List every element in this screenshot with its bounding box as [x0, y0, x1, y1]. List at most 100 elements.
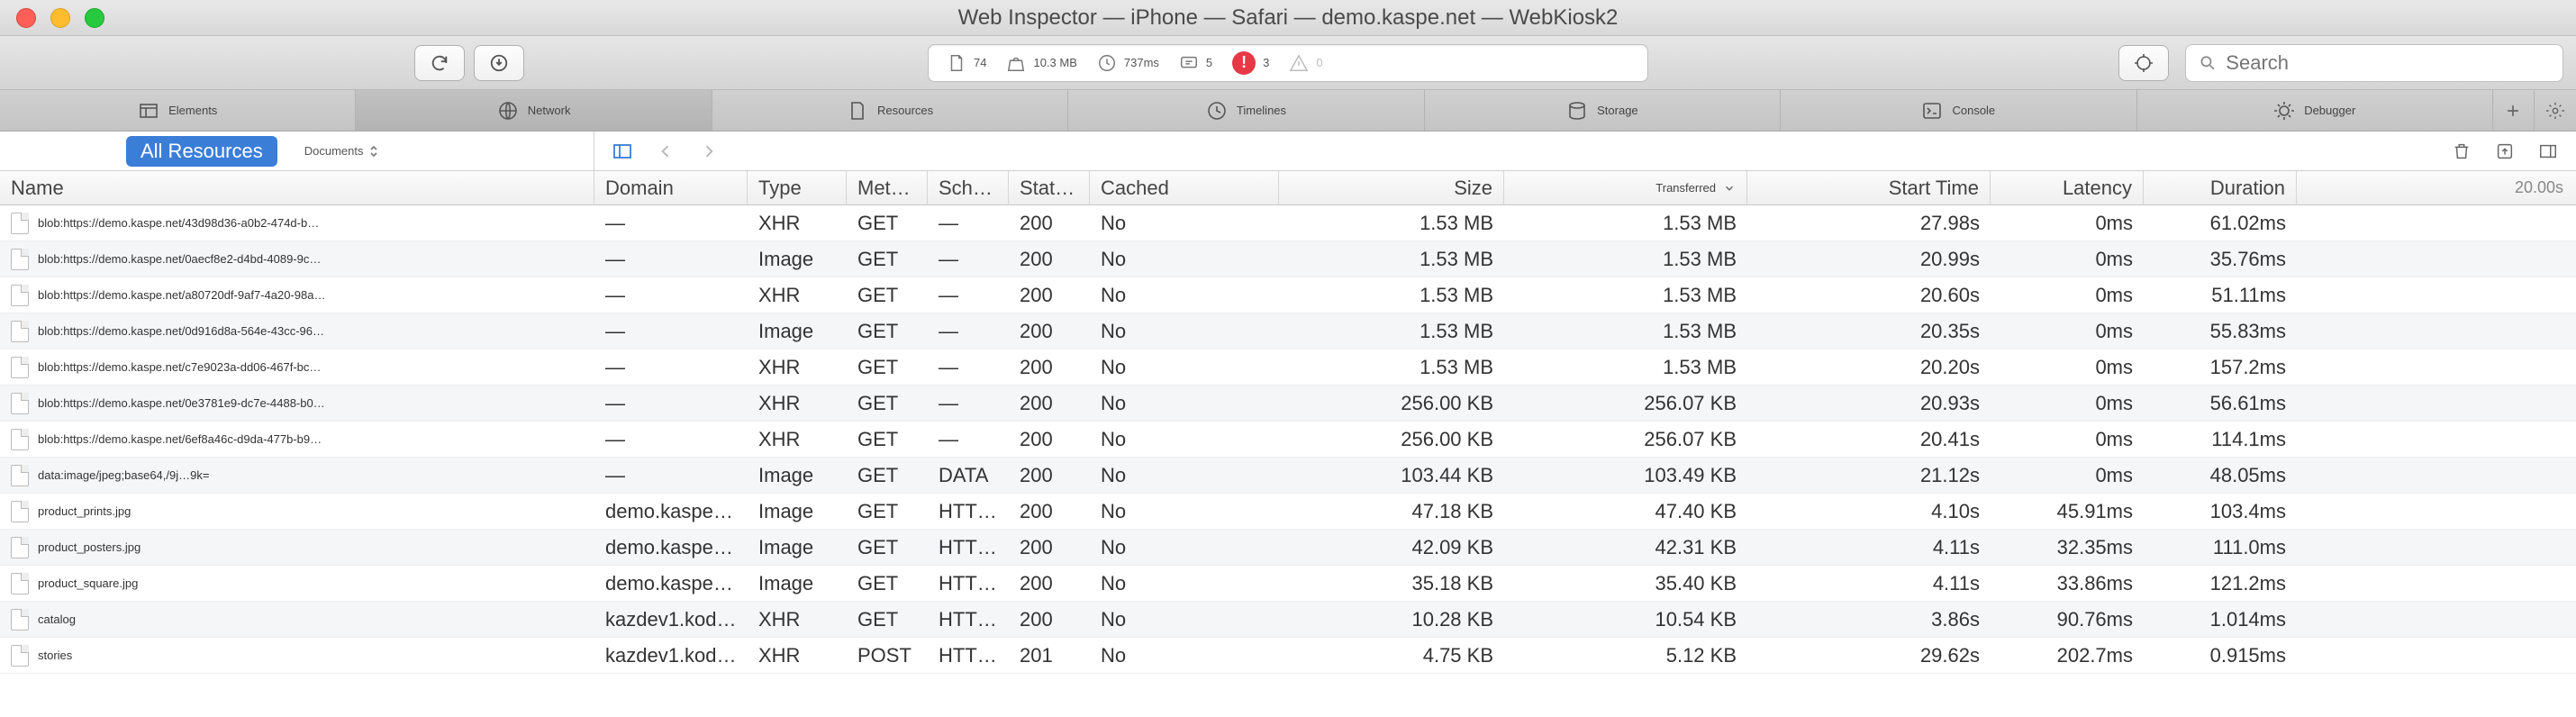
cell-start-time: 20.93s — [1747, 392, 1991, 415]
cell-transferred: 103.49 KB — [1504, 464, 1747, 487]
cell-transferred: 1.53 MB — [1504, 356, 1747, 379]
tab-timelines[interactable]: Timelines — [1068, 90, 1424, 131]
cell-domain: — — [594, 248, 748, 271]
add-tab-button[interactable] — [2493, 90, 2535, 131]
zoom-window-button[interactable] — [85, 8, 104, 28]
cell-method: GET — [847, 356, 928, 379]
chevron-updown-icon — [368, 144, 379, 159]
cell-latency: 45.91ms — [1991, 500, 2144, 523]
export-icon — [2495, 141, 2515, 161]
search-field[interactable] — [2185, 44, 2563, 82]
table-row[interactable]: blob:https://demo.kaspe.net/c7e9023a-dd0… — [0, 349, 2576, 386]
crosshair-icon — [2133, 52, 2154, 74]
table-row[interactable]: blob:https://demo.kaspe.net/6ef8a46c-d9d… — [0, 422, 2576, 458]
filter-documents-dropdown[interactable]: Documents — [295, 141, 389, 162]
table-row[interactable]: product_square.jpg demo.kaspe.… Image GE… — [0, 566, 2576, 602]
col-latency[interactable]: Latency — [1991, 171, 2144, 204]
col-duration[interactable]: Duration — [2144, 171, 2297, 204]
cell-name: catalog — [0, 609, 594, 631]
file-icon — [11, 213, 29, 234]
col-start-time[interactable]: Start Time — [1747, 171, 1991, 204]
cell-start-time: 4.11s — [1747, 536, 1991, 559]
cell-scheme: — — [928, 356, 1009, 379]
cell-domain: demo.kaspe.… — [594, 572, 748, 595]
col-cached[interactable]: Cached — [1090, 171, 1279, 204]
trash-icon — [2452, 141, 2472, 161]
cell-domain: — — [594, 464, 748, 487]
table-row[interactable]: stories kazdev1.kod… XHR POST HTT… 201 N… — [0, 638, 2576, 674]
close-window-button[interactable] — [16, 8, 36, 28]
col-domain[interactable]: Domain — [594, 171, 748, 204]
table-row[interactable]: product_prints.jpg demo.kaspe.… Image GE… — [0, 494, 2576, 530]
toggle-sidebar-button[interactable] — [607, 138, 638, 165]
cell-type: Image — [748, 248, 847, 271]
cell-type: XHR — [748, 392, 847, 415]
cell-latency: 0ms — [1991, 212, 2144, 235]
cell-domain: — — [594, 284, 748, 307]
transfer-size-stat: 10.3 MB — [1006, 53, 1076, 73]
col-method[interactable]: Met… — [847, 171, 928, 204]
document-icon — [947, 53, 966, 73]
tab-network[interactable]: Network — [356, 90, 712, 131]
cell-transferred: 1.53 MB — [1504, 212, 1747, 235]
search-input[interactable] — [2226, 51, 2550, 75]
tab-resources[interactable]: Resources — [712, 90, 1068, 131]
reload-button[interactable] — [414, 45, 465, 81]
tab-settings-button[interactable] — [2535, 90, 2576, 131]
cell-type: XHR — [748, 212, 847, 235]
download-icon — [489, 53, 509, 73]
col-transferred[interactable]: Transferred — [1504, 171, 1747, 204]
toggle-details-button[interactable] — [2533, 138, 2563, 165]
cell-start-time: 4.11s — [1747, 572, 1991, 595]
cell-scheme: — — [928, 392, 1009, 415]
tab-storage[interactable]: Storage — [1425, 90, 1781, 131]
cell-type: XHR — [748, 644, 847, 667]
cell-size: 1.53 MB — [1279, 356, 1504, 379]
search-icon — [2199, 53, 2217, 73]
table-row[interactable]: blob:https://demo.kaspe.net/0aecf8e2-d4b… — [0, 241, 2576, 277]
cell-type: Image — [748, 464, 847, 487]
tab-console[interactable]: Console — [1781, 90, 2136, 131]
storage-icon — [1566, 100, 1588, 122]
col-scheme[interactable]: Sch… — [928, 171, 1009, 204]
cell-status: 200 — [1009, 608, 1090, 631]
cell-transferred: 35.40 KB — [1504, 572, 1747, 595]
col-name[interactable]: Name — [0, 171, 594, 204]
cell-duration: 111.0ms — [2144, 536, 2297, 559]
table-row[interactable]: product_posters.jpg demo.kaspe.… Image G… — [0, 530, 2576, 566]
cell-cached: No — [1090, 644, 1279, 667]
cell-name: product_square.jpg — [0, 573, 594, 594]
network-table: Name Domain Type Met… Sch… Stat… Cached … — [0, 171, 2576, 717]
table-row[interactable]: blob:https://demo.kaspe.net/43d98d36-a0b… — [0, 205, 2576, 241]
export-har-button[interactable] — [2490, 138, 2520, 165]
cell-status: 200 — [1009, 320, 1090, 343]
col-size[interactable]: Size — [1279, 171, 1504, 204]
col-waterfall[interactable]: 20.00s — [2297, 171, 2576, 204]
table-body[interactable]: blob:https://demo.kaspe.net/43d98d36-a0b… — [0, 205, 2576, 717]
clear-button[interactable] — [2446, 138, 2477, 165]
cell-size: 256.00 KB — [1279, 392, 1504, 415]
cell-latency: 0ms — [1991, 356, 2144, 379]
nav-forward-button[interactable] — [694, 138, 724, 165]
nav-back-button[interactable] — [650, 138, 681, 165]
file-icon — [11, 465, 29, 486]
minimize-window-button[interactable] — [50, 8, 70, 28]
table-row[interactable]: blob:https://demo.kaspe.net/0d916d8a-564… — [0, 313, 2576, 349]
element-picker-button[interactable] — [2118, 45, 2169, 81]
cell-status: 200 — [1009, 536, 1090, 559]
download-button[interactable] — [474, 45, 524, 81]
col-type[interactable]: Type — [748, 171, 847, 204]
table-row[interactable]: blob:https://demo.kaspe.net/a80720df-9af… — [0, 277, 2576, 313]
filter-all-resources[interactable]: All Resources — [126, 136, 277, 167]
cell-domain: — — [594, 428, 748, 451]
tab-debugger[interactable]: Debugger — [2137, 90, 2493, 131]
table-row[interactable]: catalog kazdev1.kod… XHR GET HTT… 200 No… — [0, 602, 2576, 638]
cell-name: blob:https://demo.kaspe.net/0aecf8e2-d4b… — [0, 249, 594, 270]
cell-cached: No — [1090, 284, 1279, 307]
cell-status: 200 — [1009, 392, 1090, 415]
cell-transferred: 1.53 MB — [1504, 320, 1747, 343]
table-row[interactable]: data:image/jpeg;base64,/9j…9k= — Image G… — [0, 458, 2576, 494]
table-row[interactable]: blob:https://demo.kaspe.net/0e3781e9-dc7… — [0, 386, 2576, 422]
col-status[interactable]: Stat… — [1009, 171, 1090, 204]
tab-elements[interactable]: Elements — [0, 90, 356, 131]
